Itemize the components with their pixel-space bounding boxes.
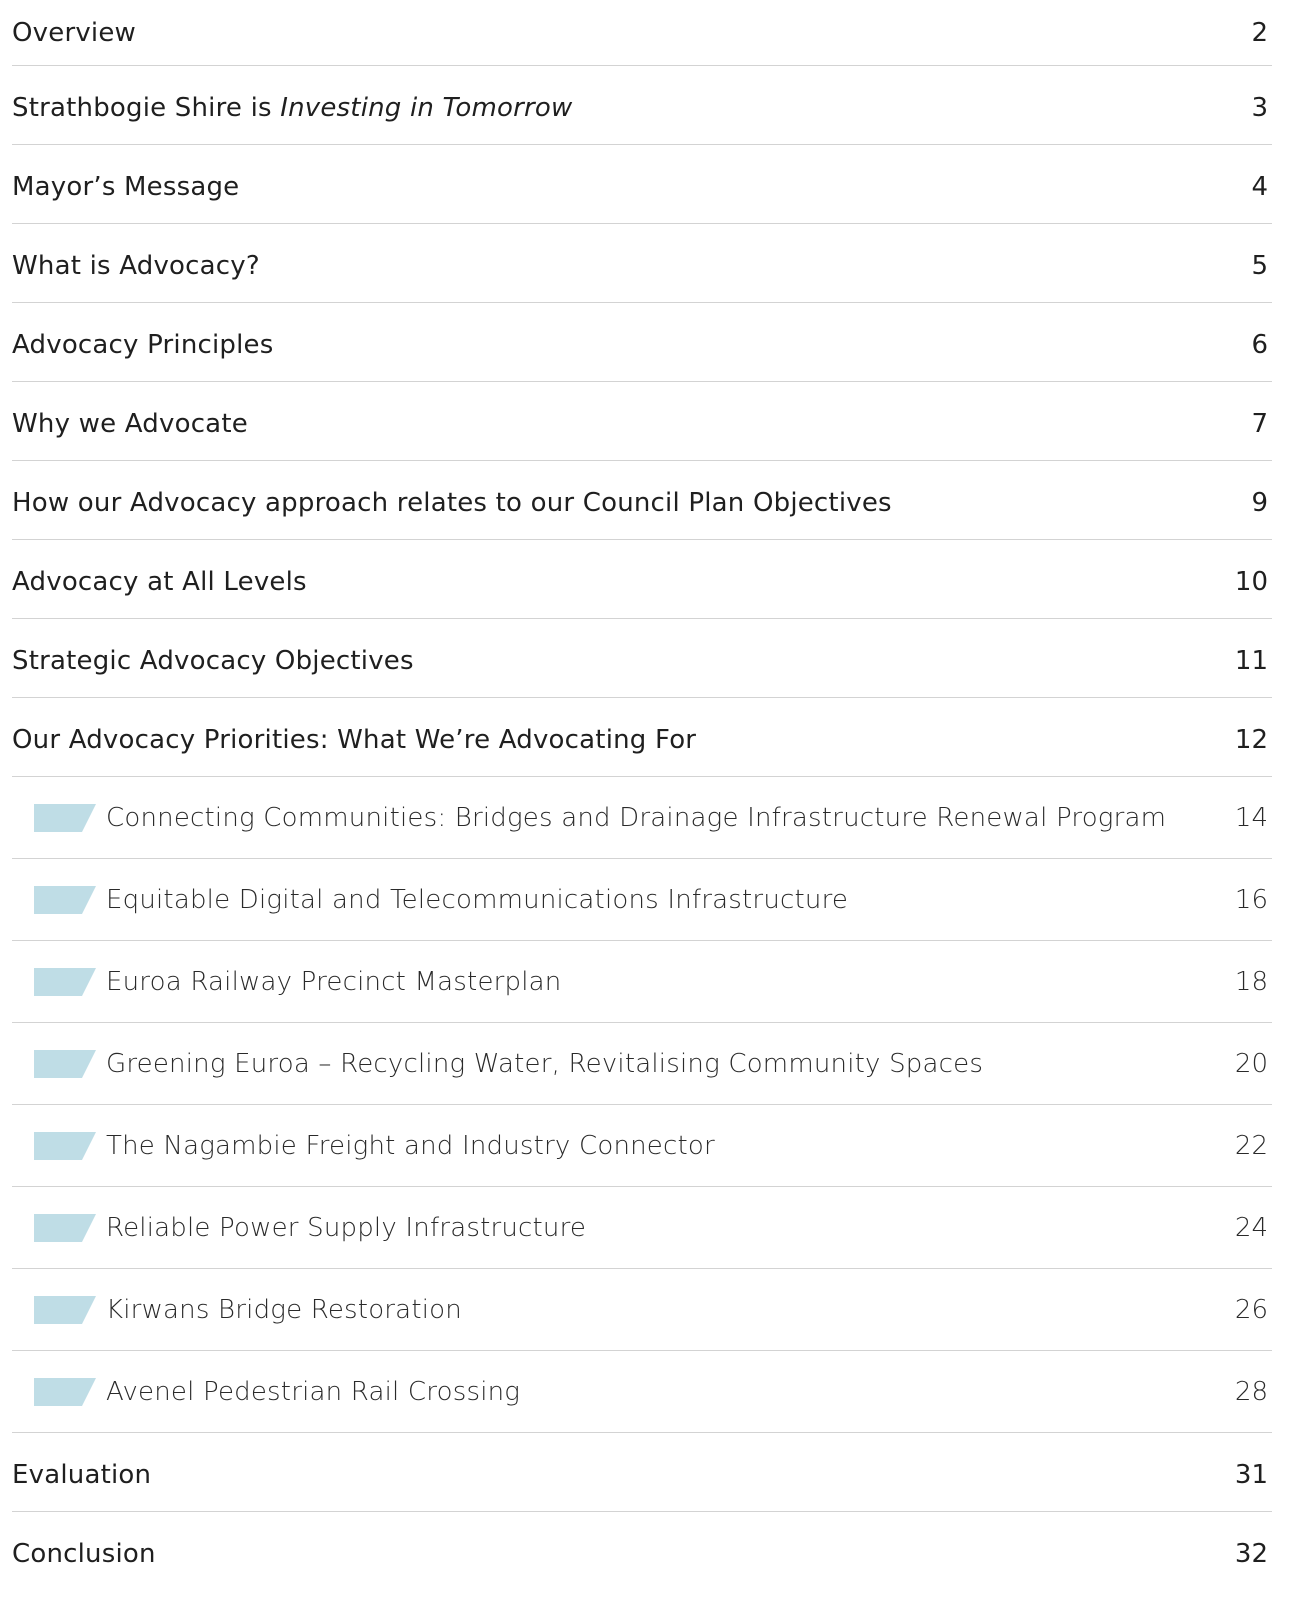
toc-entry-page: 32: [1234, 1539, 1268, 1569]
toc-entry-title: Why we Advocate: [12, 408, 248, 439]
toc-entry-conclusion[interactable]: Conclusion 32: [12, 1512, 1272, 1591]
toc-subentry-nagambie-connector[interactable]: The Nagambie Freight and Industry Connec…: [12, 1105, 1272, 1187]
parallelogram-marker-icon: [34, 1131, 96, 1160]
toc-entry-investing-in-tomorrow[interactable]: Strathbogie Shire is Investing in Tomorr…: [12, 66, 1272, 145]
toc-entry-page: 2: [1251, 17, 1268, 48]
toc-subentry-title: Avenel Pedestrian Rail Crossing: [106, 1376, 521, 1407]
toc-subentry-page: 26: [1234, 1294, 1268, 1325]
parallelogram-marker-icon: [34, 1377, 96, 1406]
toc-entry-title: Strathbogie Shire is Investing in Tomorr…: [12, 93, 573, 123]
toc-entry-title: Overview: [12, 17, 137, 48]
toc-subentry-title: The Nagambie Freight and Industry Connec…: [106, 1130, 715, 1161]
toc-entry-what-is-advocacy[interactable]: What is Advocacy? 5: [12, 224, 1272, 303]
toc-subentry-avenel-rail-crossing[interactable]: Avenel Pedestrian Rail Crossing 28: [12, 1351, 1272, 1433]
toc-entry-page: 3: [1251, 92, 1268, 123]
toc-entry-strategic-advocacy-objectives[interactable]: Strategic Advocacy Objectives 11: [12, 619, 1272, 698]
toc-entry-title: How our Advocacy approach relates to our…: [12, 487, 892, 518]
toc-entry-title: Our Advocacy Priorities: What We’re Advo…: [12, 724, 697, 755]
toc-entry-page: 6: [1251, 329, 1268, 360]
toc-entry-page: 7: [1251, 408, 1268, 439]
toc-entry-mayors-message[interactable]: Mayor’s Message 4: [12, 145, 1272, 224]
parallelogram-marker-icon: [34, 1049, 96, 1078]
parallelogram-marker-icon: [34, 1295, 96, 1324]
toc-entry-page: 11: [1234, 645, 1268, 676]
toc-subentry-page: 24: [1234, 1212, 1268, 1243]
toc-subentry-page: 14: [1234, 802, 1268, 833]
toc-subentry-page: 22: [1234, 1130, 1268, 1161]
toc-subentry-title: Euroa Railway Precinct Masterplan: [106, 966, 562, 997]
parallelogram-marker-icon: [34, 885, 96, 914]
toc-subentry-greening-euroa[interactable]: Greening Euroa – Recycling Water, Revita…: [12, 1023, 1272, 1105]
toc-entry-page: 4: [1251, 171, 1268, 202]
toc-entry-title: Advocacy Principles: [12, 329, 274, 360]
toc-entry-page: 12: [1234, 724, 1268, 755]
toc-entry-page: 5: [1251, 250, 1268, 281]
toc-subentry-page: 16: [1234, 884, 1268, 915]
toc-entry-title: Evaluation: [12, 1459, 152, 1490]
toc-entry-page: 31: [1234, 1459, 1268, 1490]
toc-entry-title-prefix: Strathbogie Shire is: [12, 92, 281, 123]
toc-entry-council-plan-objectives[interactable]: How our Advocacy approach relates to our…: [12, 461, 1272, 540]
parallelogram-marker-icon: [34, 967, 96, 996]
table-of-contents: Overview 2 Strathbogie Shire is Investin…: [12, 0, 1272, 1591]
toc-subentry-title: Kirwans Bridge Restoration: [106, 1294, 462, 1325]
toc-entry-title: Conclusion: [12, 1539, 156, 1569]
parallelogram-marker-icon: [34, 1213, 96, 1242]
toc-entry-title: Mayor’s Message: [12, 171, 240, 202]
toc-entry-page: 10: [1234, 566, 1268, 597]
toc-entry-advocacy-priorities[interactable]: Our Advocacy Priorities: What We’re Advo…: [12, 698, 1272, 777]
toc-entry-advocacy-at-all-levels[interactable]: Advocacy at All Levels 10: [12, 540, 1272, 619]
toc-entry-evaluation[interactable]: Evaluation 31: [12, 1433, 1272, 1512]
toc-entry-overview[interactable]: Overview 2: [12, 0, 1272, 66]
toc-subentry-title: Greening Euroa – Recycling Water, Revita…: [106, 1048, 984, 1079]
toc-entry-title-italic: Investing in Tomorrow: [280, 92, 573, 123]
toc-subentry-digital-telecommunications[interactable]: Equitable Digital and Telecommunications…: [12, 859, 1272, 941]
toc-subentry-connecting-communities[interactable]: Connecting Communities: Bridges and Drai…: [12, 777, 1272, 859]
toc-subentry-title: Reliable Power Supply Infrastructure: [106, 1212, 587, 1243]
toc-subentry-kirwans-bridge[interactable]: Kirwans Bridge Restoration 26: [12, 1269, 1272, 1351]
toc-subentry-page: 20: [1234, 1048, 1268, 1079]
toc-subentry-title: Equitable Digital and Telecommunications…: [106, 884, 849, 915]
toc-subentry-title: Connecting Communities: Bridges and Drai…: [106, 802, 1167, 833]
toc-subentry-page: 28: [1234, 1376, 1268, 1407]
toc-entry-advocacy-principles[interactable]: Advocacy Principles 6: [12, 303, 1272, 382]
parallelogram-marker-icon: [34, 803, 96, 832]
toc-entry-title: Advocacy at All Levels: [12, 566, 307, 597]
toc-subentry-page: 18: [1234, 966, 1268, 997]
toc-subentry-euroa-railway-precinct[interactable]: Euroa Railway Precinct Masterplan 18: [12, 941, 1272, 1023]
toc-entry-why-we-advocate[interactable]: Why we Advocate 7: [12, 382, 1272, 461]
toc-entry-title: Strategic Advocacy Objectives: [12, 645, 414, 676]
toc-subentry-reliable-power-supply[interactable]: Reliable Power Supply Infrastructure 24: [12, 1187, 1272, 1269]
toc-entry-title: What is Advocacy?: [12, 250, 260, 281]
toc-entry-page: 9: [1251, 487, 1268, 518]
